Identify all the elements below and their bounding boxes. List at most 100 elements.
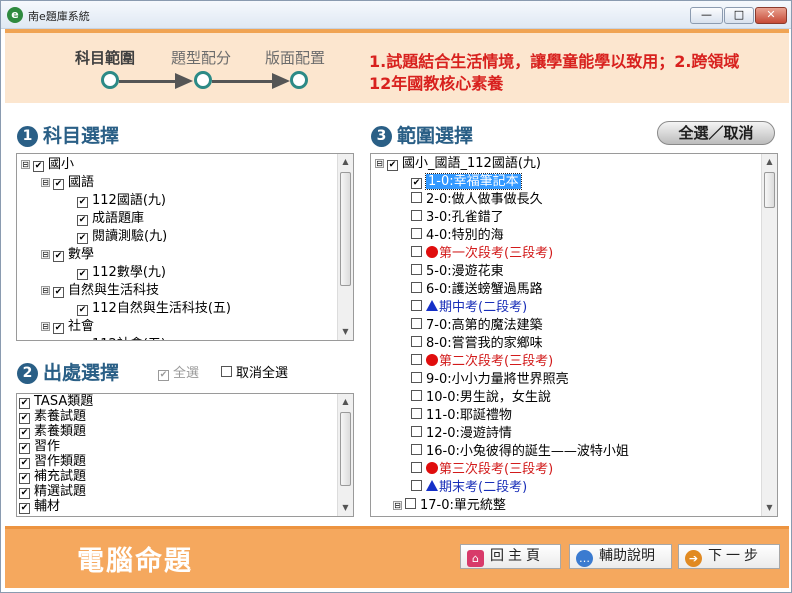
select-all-checkbox[interactable]: ✔ (158, 370, 169, 381)
range-tree-item[interactable]: 8-0:嘗嘗我的家鄉味 (411, 335, 543, 353)
collapse-toggle-icon[interactable]: ⊟ (41, 322, 50, 331)
source-list-item[interactable]: ✔ 素養類題 (19, 424, 86, 439)
source-scrollbar[interactable]: ▲ ▼ (337, 394, 353, 516)
range-tree-item[interactable]: 4-0:特別的海 (411, 227, 504, 245)
item-checkbox[interactable] (411, 300, 422, 311)
item-checkbox[interactable] (411, 408, 422, 419)
item-checkbox[interactable]: ✔ (77, 305, 88, 316)
item-checkbox[interactable] (411, 444, 422, 455)
item-checkbox[interactable] (411, 462, 422, 473)
item-checkbox[interactable] (405, 498, 416, 509)
item-checkbox[interactable] (411, 354, 422, 365)
item-checkbox[interactable] (411, 192, 422, 203)
item-checkbox[interactable] (411, 318, 422, 329)
source-list-item[interactable]: ✔ 習作 (19, 439, 60, 454)
collapse-toggle-icon[interactable]: ⊟ (41, 178, 50, 187)
subject-tree-item[interactable]: ✔ 112國語(九) (77, 192, 166, 210)
next-step-button[interactable]: ➔ 下一步 (678, 544, 780, 569)
item-checkbox[interactable]: ✔ (53, 251, 64, 262)
range-tree-item[interactable]: 3-0:孔雀錯了 (411, 209, 504, 227)
scroll-down-icon[interactable]: ▼ (338, 500, 353, 516)
source-list[interactable]: ▲ ▼ ✔ TASA類題 ✔ 素養試題 ✔ 素養類題 ✔ 習作 ✔ 習作類題 ✔ 補充試題 ✔ 精選試題 ✔… (16, 393, 354, 517)
item-checkbox[interactable]: ✔ (19, 413, 30, 424)
subject-tree[interactable]: ▲ ▼ ⊟ ✔ 國小 ⊟ ✔ 國語 ✔ 112國語(九) ✔ 成語題庫 ✔ 閱讀測驗(九) ⊟ ✔ 數學 ✔ 1… (16, 153, 354, 341)
item-checkbox[interactable]: ✔ (19, 473, 30, 484)
range-tree-item[interactable]: 第二次段考(三段考) (411, 353, 553, 371)
item-checkbox[interactable] (411, 390, 422, 401)
select-all-toggle-button[interactable]: 全選／取消 (657, 121, 775, 145)
scroll-up-icon[interactable]: ▲ (338, 394, 353, 410)
range-tree-item[interactable]: 期末考(二段考) (411, 479, 527, 497)
item-checkbox[interactable] (411, 246, 422, 257)
item-checkbox[interactable]: ✔ (19, 443, 30, 454)
scroll-thumb[interactable] (340, 412, 351, 486)
item-checkbox[interactable] (411, 372, 422, 383)
subject-tree-item[interactable]: ✔ 112數學(九) (77, 264, 166, 282)
item-checkbox[interactable] (411, 336, 422, 347)
subject-tree-item[interactable]: ✔ 112自然與生活科技(五) (77, 300, 231, 318)
item-checkbox[interactable] (411, 228, 422, 239)
collapse-toggle-icon[interactable]: ⊟ (375, 159, 384, 168)
collapse-toggle-icon[interactable]: ⊟ (41, 286, 50, 295)
item-checkbox[interactable]: ✔ (19, 398, 30, 409)
item-checkbox[interactable] (411, 480, 422, 491)
collapse-toggle-icon[interactable]: ⊟ (41, 250, 50, 259)
scroll-down-icon[interactable]: ▼ (762, 500, 777, 516)
item-checkbox[interactable]: ✔ (77, 269, 88, 280)
item-checkbox[interactable]: ✔ (411, 178, 422, 189)
subject-tree-item[interactable]: ⊟ ✔ 數學 (41, 246, 94, 264)
range-tree-item[interactable]: 第三次段考(三段考) (411, 461, 553, 479)
collapse-toggle-icon[interactable]: ⊟ (393, 501, 402, 510)
range-tree[interactable]: ▲ ▼ ⊟ ✔ 國小_國語_112國語(九) ✔ 1-0:幸福筆記本 2-0:做人做事做長… (370, 153, 778, 517)
item-checkbox[interactable]: ✔ (19, 503, 30, 514)
item-checkbox[interactable] (411, 264, 422, 275)
subject-tree-item[interactable]: ⊟ ✔ 自然與生活科技 (41, 282, 159, 300)
scroll-thumb[interactable] (340, 172, 351, 286)
range-tree-item[interactable]: 11-0:耶誕禮物 (411, 407, 512, 425)
maximize-button[interactable]: □ (724, 7, 754, 24)
subject-tree-item[interactable]: ✔ 閱讀測驗(九) (77, 228, 167, 246)
item-checkbox[interactable]: ✔ (19, 458, 30, 469)
subject-tree-item[interactable]: ✔112社會(五) (77, 336, 166, 340)
range-tree-item[interactable]: 6-0:護送螃蟹過馬路 (411, 281, 543, 299)
item-checkbox[interactable]: ✔ (77, 197, 88, 208)
subject-tree-item[interactable]: ⊟ ✔ 國語 (41, 174, 94, 192)
source-list-item[interactable]: ✔ 輔材 (19, 499, 60, 514)
item-checkbox[interactable]: ✔ (53, 179, 64, 190)
item-checkbox[interactable]: ✔ (53, 323, 64, 334)
range-tree-item[interactable]: ✔ 1-0:幸福筆記本 (411, 173, 522, 191)
range-tree-item[interactable]: ⊟ 17-0:單元統整 (393, 497, 506, 515)
subject-tree-item[interactable]: ⊟ ✔ 國小 (21, 156, 74, 174)
home-button[interactable]: ⌂ 回主頁 (460, 544, 561, 569)
item-checkbox[interactable] (411, 210, 422, 221)
range-tree-item[interactable]: 5-0:漫遊花東 (411, 263, 504, 281)
collapse-toggle-icon[interactable]: ⊟ (21, 160, 30, 169)
range-tree-item[interactable]: 9-0:小小力量將世界照亮 (411, 371, 569, 389)
help-button[interactable]: … 輔助說明 (569, 544, 672, 569)
subject-tree-item[interactable]: ✔ 成語題庫 (77, 210, 144, 228)
range-tree-item[interactable]: 10-0:男生說，女生說 (411, 389, 551, 407)
source-list-item[interactable]: ✔ 習作類題 (19, 454, 86, 469)
range-tree-item[interactable]: 2-0:做人做事做長久 (411, 191, 543, 209)
item-checkbox[interactable] (411, 282, 422, 293)
item-checkbox[interactable]: ✔ (387, 160, 398, 171)
unselect-all-checkbox[interactable] (221, 366, 232, 377)
range-tree-item[interactable]: 第一次段考(三段考) (411, 245, 553, 263)
source-select-all[interactable]: ✔ 全選 (158, 362, 199, 381)
source-list-item[interactable]: ✔ 精選試題 (19, 484, 86, 499)
scroll-up-icon[interactable]: ▲ (338, 154, 353, 170)
range-tree-item[interactable]: 16-0:小兔彼得的誕生——波特小姐 (411, 443, 629, 461)
scroll-up-icon[interactable]: ▲ (762, 154, 777, 170)
minimize-button[interactable]: — (690, 7, 723, 24)
item-checkbox[interactable]: ✔ (19, 428, 30, 439)
source-unselect-all[interactable]: 取消全選 (221, 362, 288, 381)
scroll-thumb[interactable] (764, 172, 775, 208)
range-tree-item[interactable]: 12-0:漫遊詩情 (411, 425, 512, 443)
source-list-item[interactable]: ✔ 素養試題 (19, 409, 86, 424)
subject-tree-item[interactable]: ⊟ ✔ 社會 (41, 318, 94, 336)
close-button[interactable]: ✕ (755, 7, 787, 24)
source-list-item[interactable]: ✔ 補充試題 (19, 469, 86, 484)
item-checkbox[interactable]: ✔ (33, 161, 44, 172)
range-tree-item[interactable]: 期中考(二段考) (411, 299, 527, 317)
scroll-down-icon[interactable]: ▼ (338, 324, 353, 340)
